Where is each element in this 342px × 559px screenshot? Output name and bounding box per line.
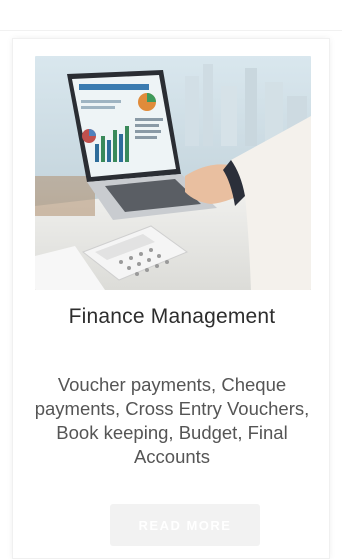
service-card: Finance Management Voucher payments, Che…: [12, 38, 330, 559]
finance-laptop-image: [35, 56, 311, 290]
top-strip: [0, 0, 342, 31]
read-more-button[interactable]: READ MORE: [110, 504, 260, 546]
card-title: Finance Management: [68, 305, 276, 328]
card-description: Voucher payments, Cheque payments, Cross…: [34, 374, 310, 467]
